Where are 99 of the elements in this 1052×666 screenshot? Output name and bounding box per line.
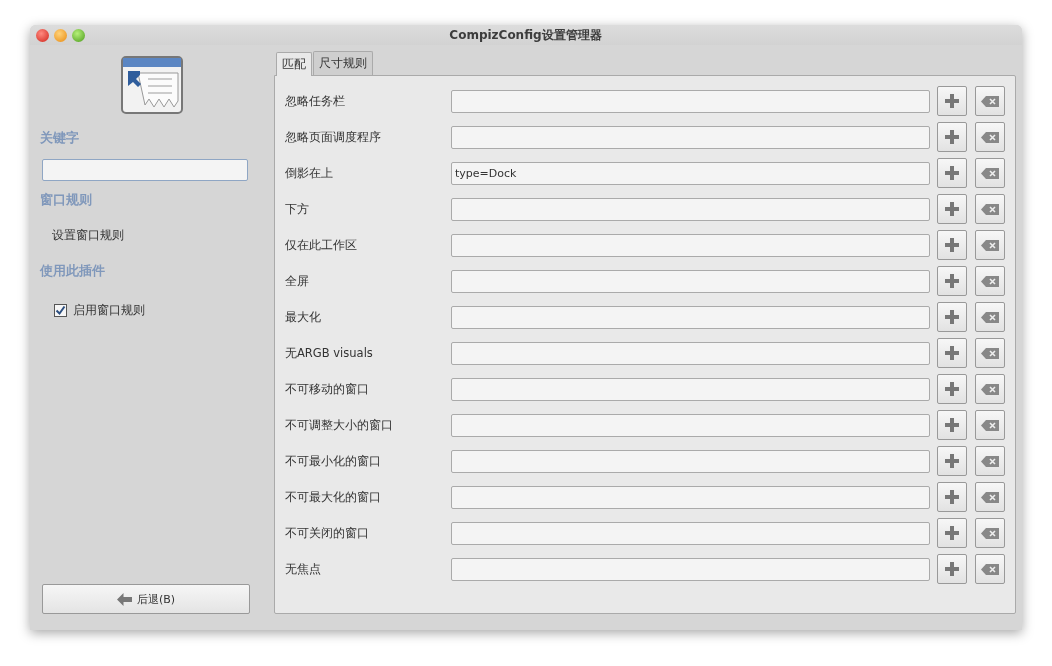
checkbox[interactable] [54, 304, 67, 317]
plus-icon [945, 238, 959, 252]
window-title: CompizConfig设置管理器 [448, 26, 603, 44]
backspace-icon [981, 239, 999, 251]
plus-icon [945, 418, 959, 432]
input-field[interactable] [451, 269, 930, 293]
clear-button[interactable] [975, 338, 1005, 368]
checkbox-label: 启用窗口规则 [73, 302, 145, 319]
backspace-icon [981, 311, 999, 323]
add-button[interactable] [937, 302, 967, 332]
add-button[interactable] [937, 446, 967, 476]
clear-button[interactable] [975, 482, 1005, 512]
plus-icon [945, 274, 959, 288]
field-label: 不可最大化的窗口 [285, 489, 382, 505]
plus-icon [945, 526, 959, 540]
search-field[interactable] [42, 159, 248, 181]
add-button[interactable] [937, 374, 967, 404]
input-field[interactable] [451, 449, 930, 473]
plus-icon [945, 490, 959, 504]
field-label: 无ARGB visuals [285, 345, 374, 361]
back-button[interactable]: 后退(B) [42, 584, 250, 614]
input-field[interactable] [451, 521, 930, 545]
backspace-icon [981, 347, 999, 359]
clear-button[interactable] [975, 518, 1005, 548]
input-field[interactable] [451, 557, 930, 581]
plus-icon [945, 310, 959, 324]
clear-button[interactable] [975, 554, 1005, 584]
field-label: 不可关闭的窗口 [285, 525, 370, 541]
clear-button[interactable] [975, 194, 1005, 224]
tab[interactable]: 匹配 [276, 52, 312, 76]
clear-button[interactable] [975, 410, 1005, 440]
window-rules-icon [120, 55, 184, 117]
plus-icon [945, 94, 959, 108]
input-field[interactable] [451, 341, 930, 365]
section-heading: 使用此插件 [40, 262, 106, 280]
add-button[interactable] [937, 338, 967, 368]
plus-icon [945, 202, 959, 216]
backspace-icon [981, 383, 999, 395]
add-button[interactable] [937, 122, 967, 152]
clear-button[interactable] [975, 374, 1005, 404]
backspace-icon [981, 203, 999, 215]
backspace-icon [981, 527, 999, 539]
section-heading: 关键字 [40, 129, 80, 147]
plus-icon [945, 562, 959, 576]
add-button[interactable] [937, 230, 967, 260]
backspace-icon [981, 275, 999, 287]
clear-button[interactable] [975, 230, 1005, 260]
add-button[interactable] [937, 410, 967, 440]
add-button[interactable] [937, 554, 967, 584]
field-label: 无焦点 [285, 561, 322, 577]
input-field[interactable] [451, 89, 930, 113]
maximize-icon[interactable] [72, 28, 85, 42]
input-field[interactable] [451, 233, 930, 257]
field-label: 不可调整大小的窗口 [285, 417, 394, 433]
clear-button[interactable] [975, 302, 1005, 332]
clear-button[interactable] [975, 122, 1005, 152]
plus-icon [945, 346, 959, 360]
field-label: 倒影在上 [285, 165, 334, 181]
tab[interactable]: 尺寸规则 [313, 51, 373, 75]
input-field[interactable] [451, 413, 930, 437]
field-label: 忽略页面调度程序 [285, 129, 382, 145]
add-button[interactable] [937, 266, 967, 296]
input-field[interactable] [451, 485, 930, 509]
plus-icon [945, 382, 959, 396]
field-label: 仅在此工作区 [285, 237, 358, 253]
backspace-icon [981, 419, 999, 431]
input-field[interactable] [451, 125, 930, 149]
add-button[interactable] [937, 158, 967, 188]
clear-button[interactable] [975, 266, 1005, 296]
section-heading: 窗口规则 [40, 191, 93, 209]
sidebar-item[interactable]: 设置窗口规则 [52, 227, 264, 244]
clear-button[interactable] [975, 86, 1005, 116]
add-button[interactable] [937, 482, 967, 512]
input-field[interactable]: type=Dock [451, 161, 930, 185]
plus-icon [945, 454, 959, 468]
backspace-icon [981, 131, 999, 143]
backspace-icon [981, 563, 999, 575]
close-icon[interactable] [36, 28, 49, 42]
field-label: 不可移动的窗口 [285, 381, 370, 397]
field-label: 下方 [285, 201, 310, 217]
input-field[interactable] [451, 197, 930, 221]
field-label: 最大化 [285, 309, 322, 325]
input-field[interactable] [451, 305, 930, 329]
add-button[interactable] [937, 518, 967, 548]
backspace-icon [981, 455, 999, 467]
add-button[interactable] [937, 86, 967, 116]
input-field[interactable] [451, 377, 930, 401]
field-label: 忽略任务栏 [285, 93, 346, 109]
plus-icon [945, 166, 959, 180]
backspace-icon [981, 95, 999, 107]
left-arrow-icon [116, 592, 132, 606]
clear-button[interactable] [975, 158, 1005, 188]
field-label: 不可最小化的窗口 [285, 453, 382, 469]
add-button[interactable] [937, 194, 967, 224]
clear-button[interactable] [975, 446, 1005, 476]
backspace-icon [981, 167, 999, 179]
plus-icon [945, 130, 959, 144]
field-label: 全屏 [285, 273, 310, 289]
backspace-icon [981, 491, 999, 503]
